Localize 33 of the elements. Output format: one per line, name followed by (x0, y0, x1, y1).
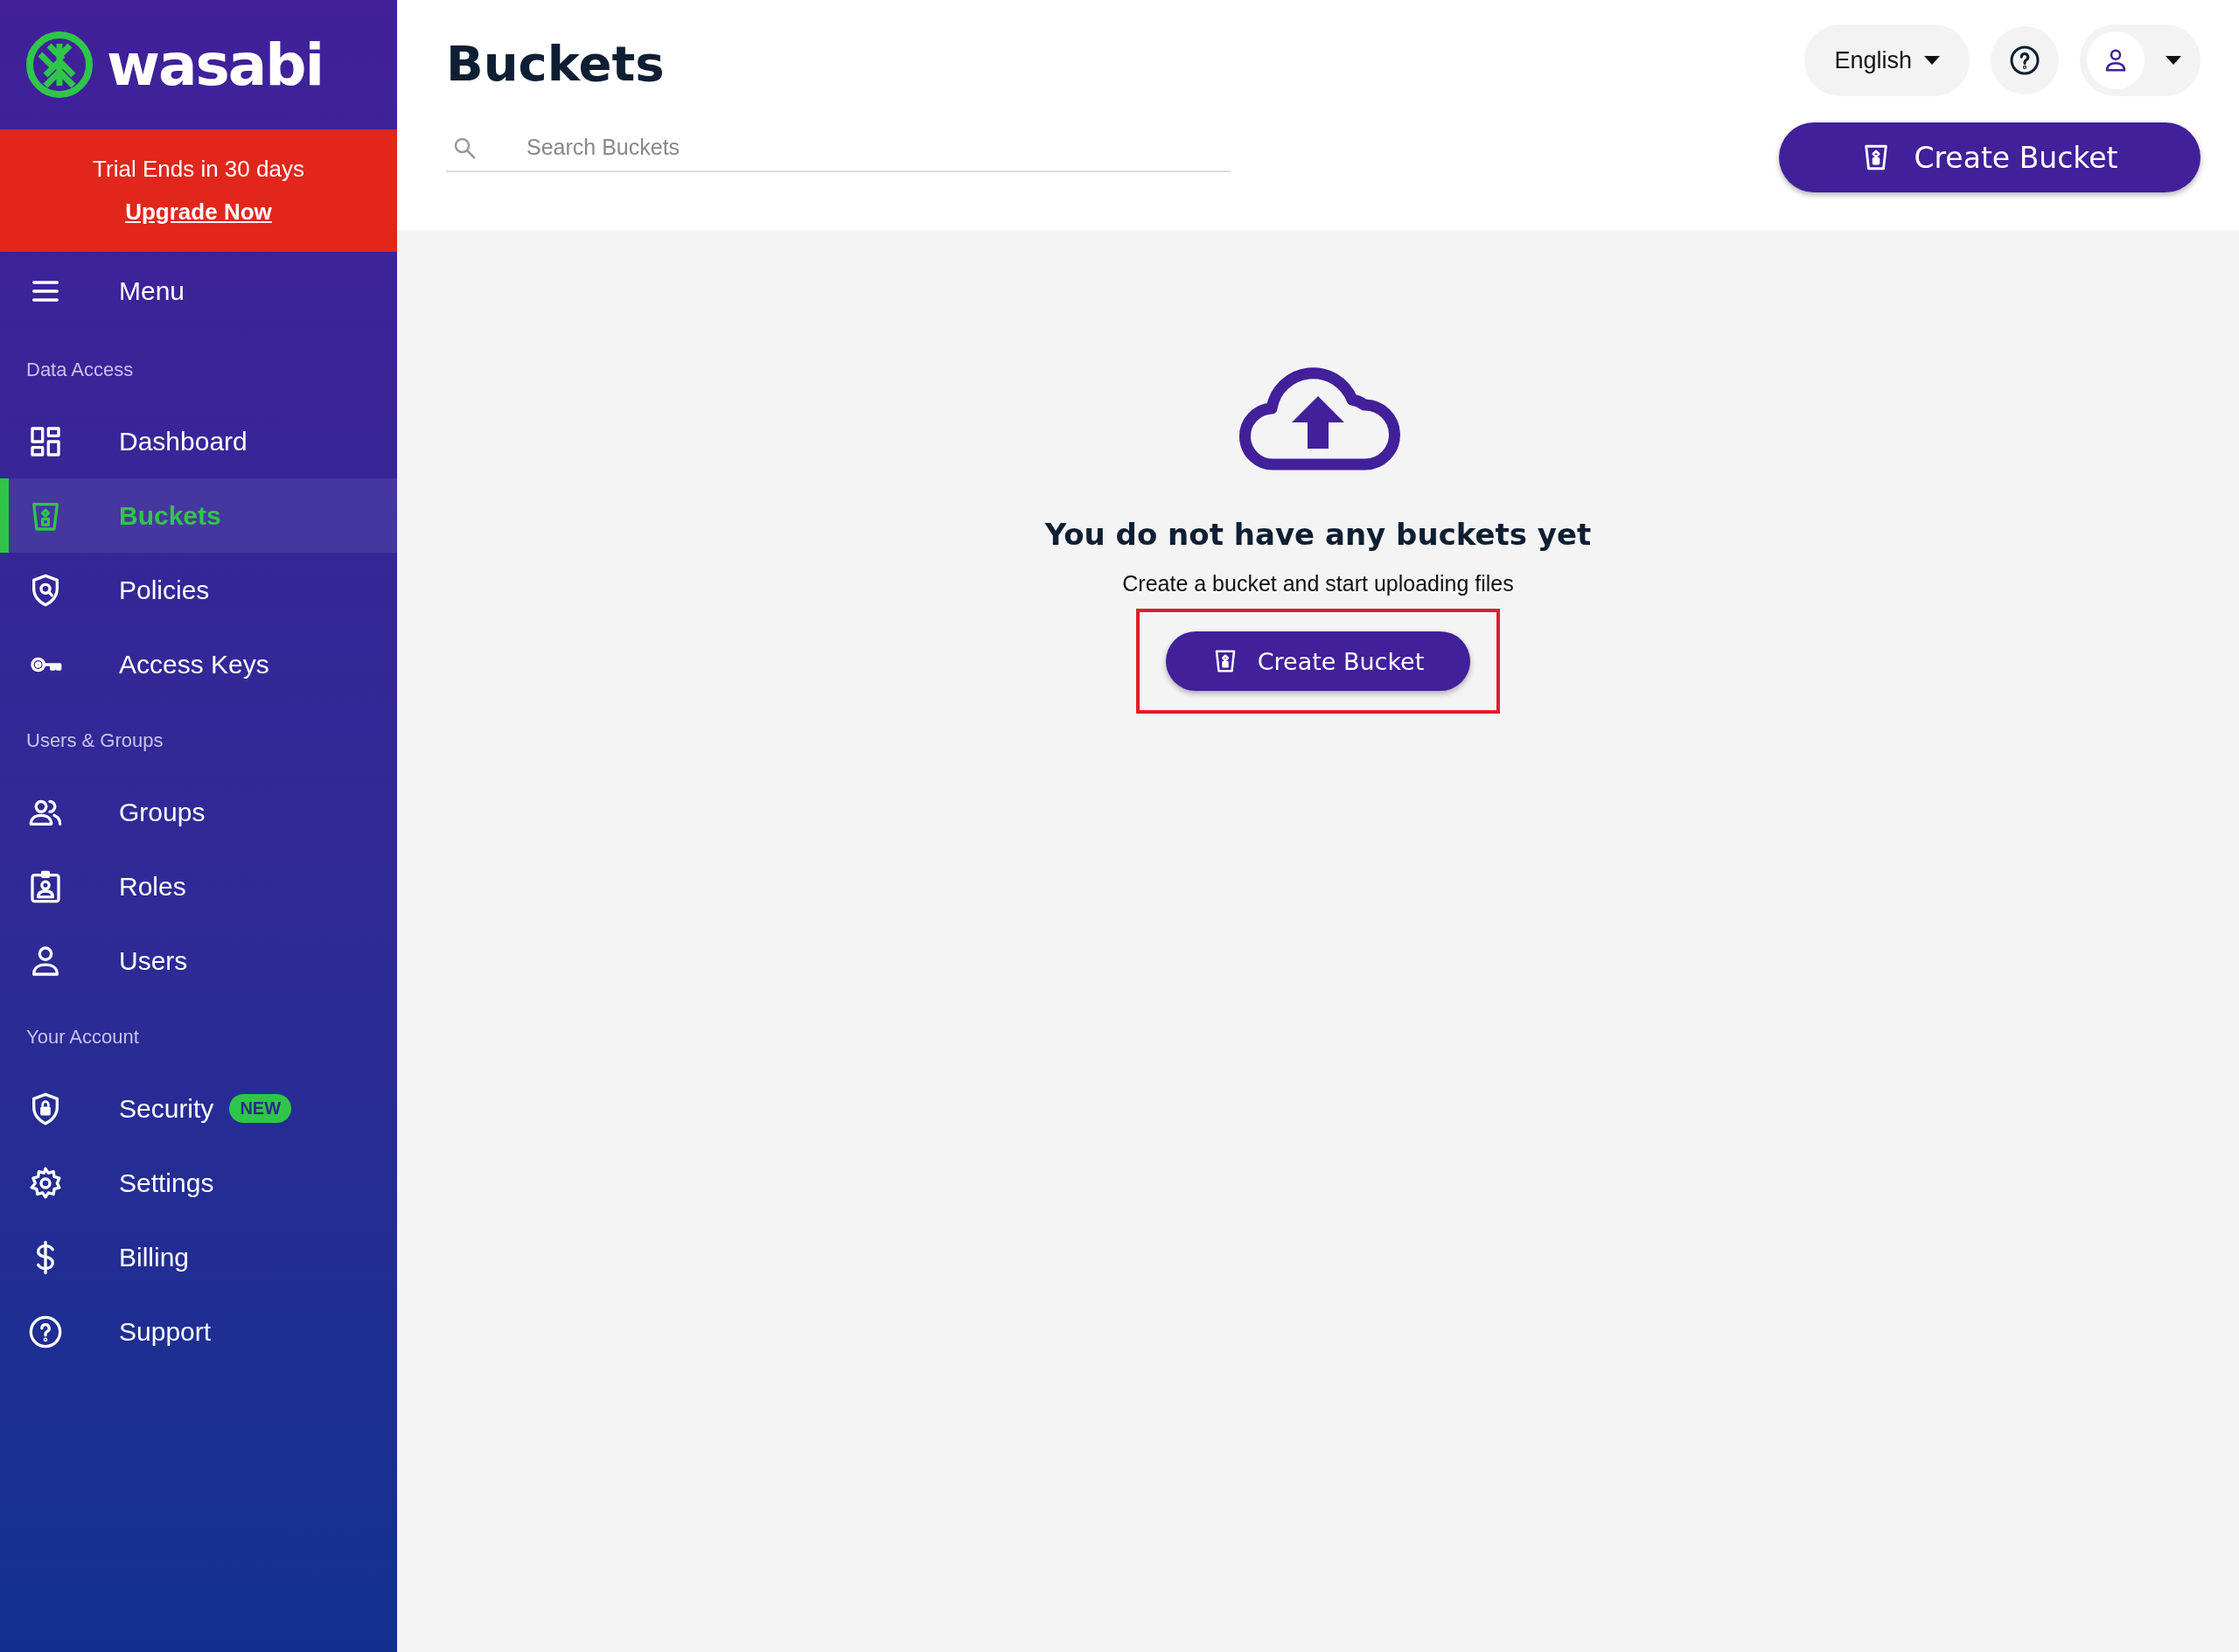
empty-heading: You do not have any buckets yet (1044, 517, 1592, 552)
language-dropdown[interactable]: English (1804, 24, 1970, 96)
sidebar-item[interactable]: Users (0, 924, 397, 998)
new-badge: NEW (229, 1094, 292, 1123)
sidebar-item[interactable]: Billing (0, 1220, 397, 1294)
sidebar-item[interactable]: Settings (0, 1146, 397, 1220)
logo-icon (24, 30, 94, 100)
create-bucket-button[interactable]: Create Bucket (1166, 631, 1470, 691)
trial-text: Trial Ends in 30 days (93, 156, 304, 183)
section-label: Your Account (25, 1025, 140, 1049)
help-icon (2009, 45, 2040, 76)
sidebar-item[interactable]: Buckets (0, 478, 397, 553)
sidebar-item[interactable]: Security NEW (0, 1071, 397, 1146)
logo-text: wasabi (107, 31, 324, 99)
section-label: Users & Groups (25, 728, 164, 753)
sidebar-item[interactable]: Groups (0, 775, 397, 849)
gear-icon (28, 1165, 63, 1201)
menu-toggle[interactable]: Menu (0, 252, 397, 331)
caret-icon (1924, 56, 1940, 65)
sidebar-item[interactable]: Dashboard (0, 404, 397, 478)
help-icon (28, 1314, 63, 1349)
empty-text: Create a bucket and start uploading files (1122, 571, 1514, 596)
create-bucket-button[interactable]: Create Bucket (1779, 122, 2201, 192)
upgrade-link[interactable]: Upgrade Now (125, 199, 272, 226)
section-label: Data Access (25, 358, 135, 382)
sidebar-item[interactable]: Policies (0, 553, 397, 627)
sidebar-item[interactable]: Access Keys (0, 627, 397, 701)
badge-icon (28, 868, 63, 904)
search-field[interactable]: Search Buckets (446, 123, 1231, 172)
sidebar-item[interactable]: Roles (0, 849, 397, 924)
page-title: Buckets (446, 35, 666, 92)
sidebar-item[interactable]: Support (0, 1294, 397, 1369)
caret-icon (2166, 56, 2181, 65)
